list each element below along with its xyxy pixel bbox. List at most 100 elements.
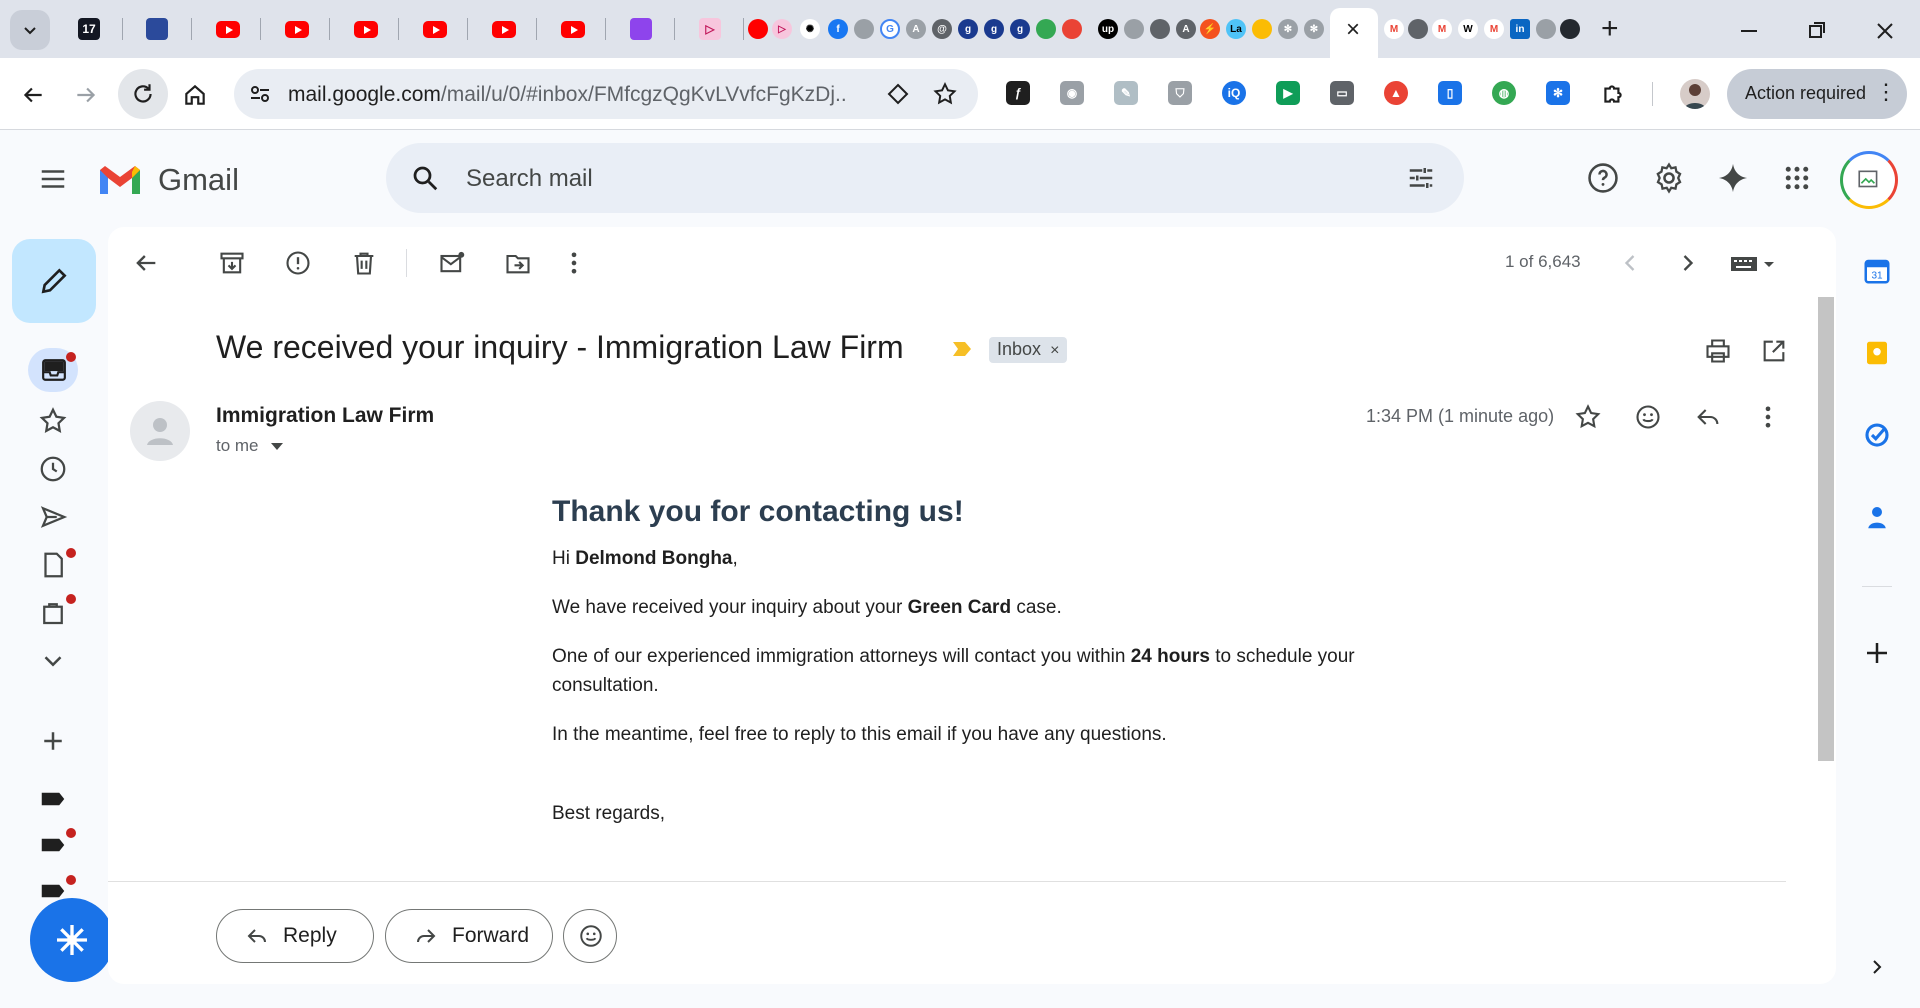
star-icon[interactable] [1574,403,1602,431]
show-side-panel-chevron-icon[interactable] [1860,950,1894,984]
site-info-icon[interactable] [248,82,272,106]
calendar-icon[interactable]: 31 [1860,254,1894,288]
search-bar[interactable]: Search mail [386,143,1464,213]
message-more-options-icon[interactable] [1754,403,1782,431]
ext-adobe-icon[interactable]: ▲ [1384,81,1408,105]
settings-gear-icon[interactable] [1652,161,1686,195]
drafts-icon[interactable] [38,550,68,580]
sent-icon[interactable] [38,502,68,532]
tab-github-icon[interactable] [1560,19,1580,39]
purchases-icon[interactable] [38,598,68,628]
tab-linkedin-icon[interactable]: in [1510,19,1530,39]
tab-gear-icon[interactable]: ✻ [1304,19,1324,39]
label-tag-icon[interactable] [38,830,68,860]
url-text[interactable]: mail.google.com/mail/u/0/#inbox/FMfcgzQg… [288,83,848,107]
older-chevron-right-icon[interactable] [1674,249,1702,277]
reply-button[interactable]: Reply [216,909,374,963]
ext-picker-icon[interactable]: ✎ [1114,81,1138,105]
tab-gmail-icon[interactable]: M [1384,19,1404,39]
tab-w-icon[interactable]: W [1458,19,1478,39]
remove-label-icon[interactable]: × [1050,342,1059,359]
tab-link-icon[interactable] [854,19,874,39]
ext-formula-icon[interactable]: ƒ [1006,81,1030,105]
contacts-icon[interactable] [1860,500,1894,534]
account-avatar[interactable] [1840,151,1898,209]
tab-tradingview-icon[interactable]: 17 [78,18,100,40]
sender-avatar[interactable] [130,401,190,461]
tab-chrome-icon[interactable] [1036,19,1056,39]
important-marker-icon[interactable] [951,340,973,358]
tab-openai-icon[interactable]: ✺ [800,19,820,39]
inbox-label-chip[interactable]: Inbox × [989,337,1068,363]
mark-unread-icon[interactable] [438,249,466,277]
tab-youtube-icon[interactable] [561,21,585,38]
gmail-logo-icon[interactable] [97,163,143,197]
recipient-details[interactable]: to me [216,436,284,456]
tab-a2-icon[interactable]: A [1176,19,1196,39]
apps-grid-icon[interactable] [1782,163,1812,193]
tab-g-icon[interactable]: g [984,19,1004,39]
profile-avatar[interactable] [1680,79,1710,109]
tab-globe-icon[interactable] [1124,19,1144,39]
gmail-brand[interactable]: Gmail [158,162,239,198]
tab-youtube-icon[interactable] [492,21,516,38]
forward-arrow-icon[interactable] [73,82,99,108]
tab-stack-icon[interactable] [630,18,652,40]
tab-youtube-icon[interactable] [423,21,447,38]
label-tag-icon[interactable] [38,784,68,814]
newer-chevron-left-icon[interactable] [1616,249,1644,277]
new-tab-button[interactable]: + [1601,12,1619,46]
reload-button[interactable] [118,69,168,119]
tab-facebook-icon[interactable]: f [828,19,848,39]
tab-linkedin-icon[interactable] [1536,19,1556,39]
assistant-fab-button[interactable] [30,898,114,982]
restore-icon[interactable] [1806,20,1828,42]
ext-shield-icon[interactable]: ⛉ [1168,81,1192,105]
print-icon[interactable] [1704,337,1732,365]
tab-youtube-icon[interactable] [354,21,378,38]
help-icon[interactable] [1586,161,1620,195]
extensions-puzzle-icon[interactable] [1600,81,1626,107]
tab-google-icon[interactable]: G [880,19,900,39]
tab-g-icon[interactable]: g [958,19,978,39]
email-scrollbar[interactable] [1818,297,1834,761]
address-bar[interactable]: mail.google.com/mail/u/0/#inbox/FMfcgzQg… [234,69,978,119]
ext-record-icon[interactable]: ▶ [1276,81,1300,105]
archive-icon[interactable] [218,249,246,277]
inbox-icon[interactable] [41,358,67,382]
home-icon[interactable] [182,82,208,108]
tab-circle-icon[interactable] [1150,19,1170,39]
add-reaction-emoji-icon[interactable] [1634,403,1662,431]
tab-youtube-icon[interactable] [216,21,240,38]
main-menu-icon[interactable] [38,164,68,194]
tab-youtube-icon[interactable] [285,21,309,38]
delete-trash-icon[interactable] [350,249,378,277]
tab-eu-icon[interactable] [146,18,168,40]
ext-monitor-icon[interactable]: ▭ [1330,81,1354,105]
ext-snowflake-icon[interactable]: ✻ [1546,81,1570,105]
tab-gmail-icon[interactable]: M [1432,19,1452,39]
search-options-icon[interactable] [1406,163,1436,193]
forward-button[interactable]: Forward [385,909,553,963]
dropdown-caret-icon[interactable] [271,442,284,451]
tab-upwork-icon[interactable]: up [1098,19,1118,39]
tab-gear-icon[interactable]: ✻ [1278,19,1298,39]
close-window-icon[interactable] [1874,20,1896,42]
sender-name[interactable]: Immigration Law Firm [216,404,434,428]
tab-email-icon[interactable]: @ [932,19,952,39]
tab-la-icon[interactable]: La [1226,19,1246,39]
tab-search-button[interactable] [10,10,50,50]
more-options-icon[interactable] [560,249,588,277]
compose-button[interactable] [12,239,96,323]
more-chevron-down-icon[interactable] [38,646,68,676]
lens-icon[interactable] [886,82,910,106]
tab-color-icon[interactable] [1252,19,1272,39]
minimize-icon[interactable] [1738,20,1760,42]
reply-arrow-icon[interactable] [1694,403,1722,431]
tab-close-icon[interactable]: × [1346,16,1360,44]
tab-circle-icon[interactable] [1408,19,1428,39]
move-to-icon[interactable] [504,249,532,277]
search-icon[interactable] [410,163,440,193]
ext-globe-icon[interactable]: ◍ [1492,81,1516,105]
tab-bolt-icon[interactable]: ⚡ [1200,19,1220,39]
